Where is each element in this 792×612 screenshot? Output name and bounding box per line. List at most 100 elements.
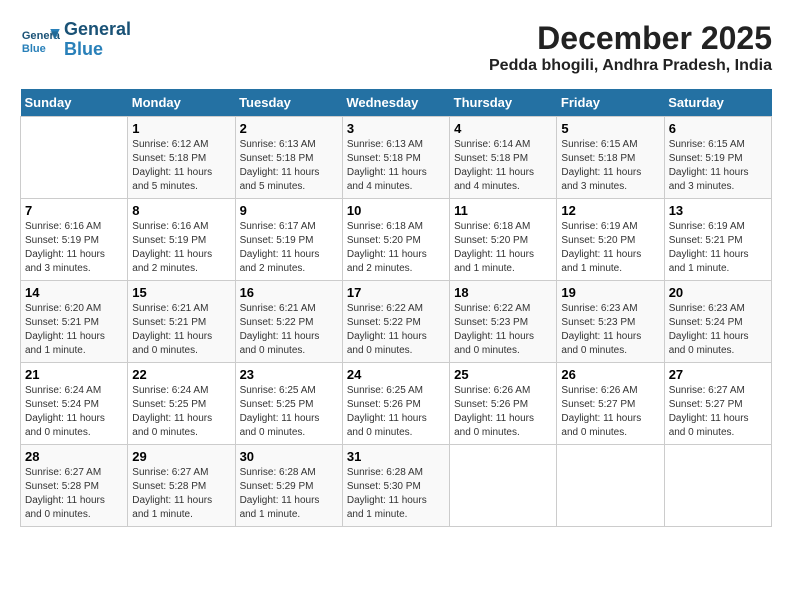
day-cell: 2Sunrise: 6:13 AM Sunset: 5:18 PM Daylig… bbox=[235, 117, 342, 199]
day-number: 2 bbox=[240, 121, 338, 136]
day-number: 12 bbox=[561, 203, 659, 218]
day-cell: 30 Sunrise: 6:28 AM Sunset: 5:29 PM Dayli… bbox=[235, 445, 342, 527]
day-cell bbox=[21, 117, 128, 199]
day-cell: 20Sunrise: 6:23 AM Sunset: 5:24 PM Dayli… bbox=[664, 281, 771, 363]
day-cell: 31 Sunrise: 6:28 AM Sunset: 5:30 PM Dayli… bbox=[342, 445, 449, 527]
day-number: 13 bbox=[669, 203, 767, 218]
day-number: 9 bbox=[240, 203, 338, 218]
day-cell: 26Sunrise: 6:26 AM Sunset: 5:27 PM Dayli… bbox=[557, 363, 664, 445]
day-number: 28 bbox=[25, 449, 123, 464]
day-cell: 23 Sunrise: 6:25 AM Sunset: 5:25 PM Dayli… bbox=[235, 363, 342, 445]
day-cell: 18Sunrise: 6:22 AM Sunset: 5:23 PM Dayli… bbox=[450, 281, 557, 363]
day-cell: 25Sunrise: 6:26 AM Sunset: 5:26 PM Dayli… bbox=[450, 363, 557, 445]
day-number: 4 bbox=[454, 121, 552, 136]
day-detail: Sunrise: 6:25 AM Sunset: 5:25 PM Dayligh… bbox=[240, 384, 338, 440]
week-row-3: 14 Sunrise: 6:20 AM Sunset: 5:21 PM Dayli… bbox=[21, 281, 772, 363]
day-detail: Sunrise: 6:19 AM Sunset: 5:20 PM Dayligh… bbox=[561, 220, 659, 276]
day-cell: 1Sunrise: 6:12 AM Sunset: 5:18 PM Daylig… bbox=[128, 117, 235, 199]
week-row-5: 28 Sunrise: 6:27 AM Sunset: 5:28 PM Dayli… bbox=[21, 445, 772, 527]
day-cell: 17 Sunrise: 6:22 AM Sunset: 5:22 PM Dayli… bbox=[342, 281, 449, 363]
day-number: 10 bbox=[347, 203, 445, 218]
day-cell: 14 Sunrise: 6:20 AM Sunset: 5:21 PM Dayli… bbox=[21, 281, 128, 363]
day-detail: Sunrise: 6:21 AM Sunset: 5:21 PM Dayligh… bbox=[132, 302, 230, 358]
day-detail: Sunrise: 6:22 AM Sunset: 5:23 PM Dayligh… bbox=[454, 302, 552, 358]
day-number: 31 bbox=[347, 449, 445, 464]
svg-text:Blue: Blue bbox=[22, 43, 46, 55]
day-cell: 6 Sunrise: 6:15 AM Sunset: 5:19 PM Daylig… bbox=[664, 117, 771, 199]
day-detail: Sunrise: 6:20 AM Sunset: 5:21 PM Dayligh… bbox=[25, 302, 123, 358]
day-number: 24 bbox=[347, 367, 445, 382]
day-cell: 7 Sunrise: 6:16 AM Sunset: 5:19 PM Daylig… bbox=[21, 199, 128, 281]
day-detail: Sunrise: 6:27 AM Sunset: 5:27 PM Dayligh… bbox=[669, 384, 767, 440]
logo-icon: General Blue bbox=[20, 25, 60, 55]
header-wednesday: Wednesday bbox=[342, 89, 449, 117]
day-number: 23 bbox=[240, 367, 338, 382]
day-detail: Sunrise: 6:24 AM Sunset: 5:24 PM Dayligh… bbox=[25, 384, 123, 440]
day-cell: 22 Sunrise: 6:24 AM Sunset: 5:25 PM Dayli… bbox=[128, 363, 235, 445]
logo-line1: General bbox=[64, 20, 131, 40]
title-section: December 2025 Pedda bhogili, Andhra Prad… bbox=[489, 20, 772, 75]
day-number: 1 bbox=[132, 121, 230, 136]
day-number: 8 bbox=[132, 203, 230, 218]
day-cell: 19 Sunrise: 6:23 AM Sunset: 5:23 PM Dayli… bbox=[557, 281, 664, 363]
day-detail: Sunrise: 6:25 AM Sunset: 5:26 PM Dayligh… bbox=[347, 384, 445, 440]
logo: General Blue General Blue bbox=[20, 20, 131, 60]
day-detail: Sunrise: 6:27 AM Sunset: 5:28 PM Dayligh… bbox=[25, 466, 123, 522]
day-number: 30 bbox=[240, 449, 338, 464]
day-detail: Sunrise: 6:19 AM Sunset: 5:21 PM Dayligh… bbox=[669, 220, 767, 276]
day-detail: Sunrise: 6:15 AM Sunset: 5:19 PM Dayligh… bbox=[669, 138, 767, 194]
day-cell bbox=[557, 445, 664, 527]
day-detail: Sunrise: 6:24 AM Sunset: 5:25 PM Dayligh… bbox=[132, 384, 230, 440]
header-saturday: Saturday bbox=[664, 89, 771, 117]
location-title: Pedda bhogili, Andhra Pradesh, India bbox=[489, 57, 772, 75]
day-number: 25 bbox=[454, 367, 552, 382]
week-row-1: 1Sunrise: 6:12 AM Sunset: 5:18 PM Daylig… bbox=[21, 117, 772, 199]
day-detail: Sunrise: 6:15 AM Sunset: 5:18 PM Dayligh… bbox=[561, 138, 659, 194]
calendar-header-row: SundayMondayTuesdayWednesdayThursdayFrid… bbox=[21, 89, 772, 117]
day-detail: Sunrise: 6:27 AM Sunset: 5:28 PM Dayligh… bbox=[132, 466, 230, 522]
day-cell: 24 Sunrise: 6:25 AM Sunset: 5:26 PM Dayli… bbox=[342, 363, 449, 445]
day-number: 16 bbox=[240, 285, 338, 300]
day-cell bbox=[664, 445, 771, 527]
header-monday: Monday bbox=[128, 89, 235, 117]
day-number: 20 bbox=[669, 285, 767, 300]
day-number: 17 bbox=[347, 285, 445, 300]
day-detail: Sunrise: 6:17 AM Sunset: 5:19 PM Dayligh… bbox=[240, 220, 338, 276]
day-number: 6 bbox=[669, 121, 767, 136]
header-sunday: Sunday bbox=[21, 89, 128, 117]
day-number: 22 bbox=[132, 367, 230, 382]
day-cell: 28 Sunrise: 6:27 AM Sunset: 5:28 PM Dayli… bbox=[21, 445, 128, 527]
day-number: 15 bbox=[132, 285, 230, 300]
day-cell: 11Sunrise: 6:18 AM Sunset: 5:20 PM Dayli… bbox=[450, 199, 557, 281]
day-number: 11 bbox=[454, 203, 552, 218]
week-row-4: 21 Sunrise: 6:24 AM Sunset: 5:24 PM Dayli… bbox=[21, 363, 772, 445]
day-number: 3 bbox=[347, 121, 445, 136]
day-detail: Sunrise: 6:14 AM Sunset: 5:18 PM Dayligh… bbox=[454, 138, 552, 194]
day-number: 5 bbox=[561, 121, 659, 136]
day-detail: Sunrise: 6:16 AM Sunset: 5:19 PM Dayligh… bbox=[132, 220, 230, 276]
day-detail: Sunrise: 6:16 AM Sunset: 5:19 PM Dayligh… bbox=[25, 220, 123, 276]
day-cell: 3Sunrise: 6:13 AM Sunset: 5:18 PM Daylig… bbox=[342, 117, 449, 199]
day-number: 21 bbox=[25, 367, 123, 382]
calendar-table: SundayMondayTuesdayWednesdayThursdayFrid… bbox=[20, 89, 772, 527]
day-cell: 12 Sunrise: 6:19 AM Sunset: 5:20 PM Dayli… bbox=[557, 199, 664, 281]
day-detail: Sunrise: 6:22 AM Sunset: 5:22 PM Dayligh… bbox=[347, 302, 445, 358]
day-cell bbox=[450, 445, 557, 527]
logo-text: General Blue bbox=[64, 20, 131, 60]
day-detail: Sunrise: 6:28 AM Sunset: 5:30 PM Dayligh… bbox=[347, 466, 445, 522]
day-cell: 21 Sunrise: 6:24 AM Sunset: 5:24 PM Dayli… bbox=[21, 363, 128, 445]
day-detail: Sunrise: 6:23 AM Sunset: 5:23 PM Dayligh… bbox=[561, 302, 659, 358]
header-friday: Friday bbox=[557, 89, 664, 117]
day-number: 7 bbox=[25, 203, 123, 218]
day-cell: 15 Sunrise: 6:21 AM Sunset: 5:21 PM Dayli… bbox=[128, 281, 235, 363]
day-cell: 16 Sunrise: 6:21 AM Sunset: 5:22 PM Dayli… bbox=[235, 281, 342, 363]
week-row-2: 7 Sunrise: 6:16 AM Sunset: 5:19 PM Daylig… bbox=[21, 199, 772, 281]
day-number: 29 bbox=[132, 449, 230, 464]
day-cell: 29 Sunrise: 6:27 AM Sunset: 5:28 PM Dayli… bbox=[128, 445, 235, 527]
day-number: 19 bbox=[561, 285, 659, 300]
day-detail: Sunrise: 6:28 AM Sunset: 5:29 PM Dayligh… bbox=[240, 466, 338, 522]
day-cell: 10Sunrise: 6:18 AM Sunset: 5:20 PM Dayli… bbox=[342, 199, 449, 281]
day-number: 14 bbox=[25, 285, 123, 300]
day-detail: Sunrise: 6:21 AM Sunset: 5:22 PM Dayligh… bbox=[240, 302, 338, 358]
day-cell: 5 Sunrise: 6:15 AM Sunset: 5:18 PM Daylig… bbox=[557, 117, 664, 199]
